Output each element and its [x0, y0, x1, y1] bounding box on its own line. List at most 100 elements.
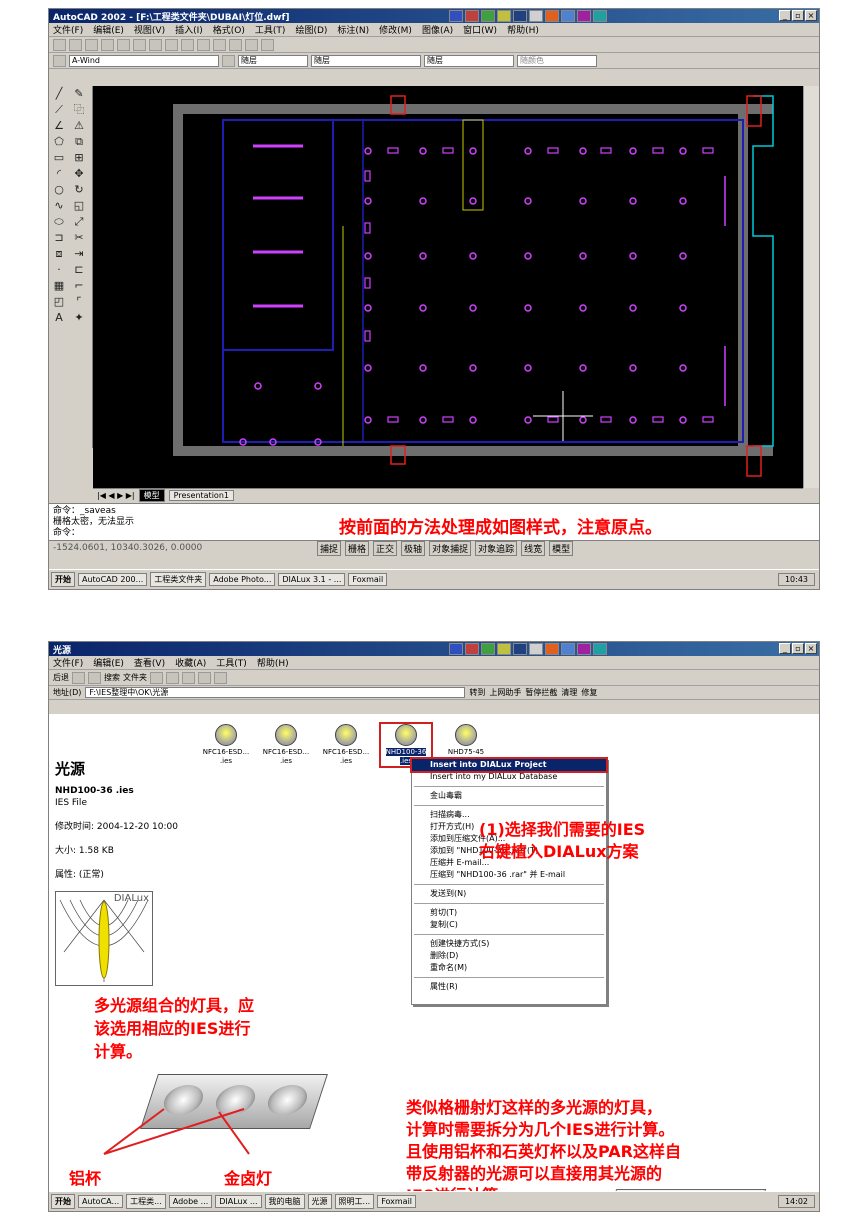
task-button[interactable]: DIALux 3.1 - ...	[278, 573, 346, 586]
task-button[interactable]: Foxmail	[348, 573, 388, 586]
line-icon[interactable]: ╱	[52, 87, 66, 101]
extend-icon[interactable]: ⇥	[72, 247, 86, 261]
hatch-icon[interactable]: ▦	[52, 279, 66, 293]
cut-icon[interactable]	[133, 38, 146, 51]
start-button[interactable]: 开始	[51, 1194, 75, 1209]
zoom-icon[interactable]	[229, 38, 242, 51]
task-button[interactable]: 光源	[307, 1194, 332, 1209]
rectangle-icon[interactable]: ▭	[52, 151, 66, 165]
spline-icon[interactable]: ∿	[52, 199, 66, 213]
scale-icon[interactable]: ◱	[72, 199, 86, 213]
offset-icon[interactable]: ⧉	[72, 135, 86, 149]
task-button[interactable]: Foxmail	[377, 1195, 417, 1208]
menu-window[interactable]: 窗口(W)	[463, 23, 497, 36]
polar-toggle[interactable]: 极轴	[401, 540, 426, 556]
pan-icon[interactable]	[213, 38, 226, 51]
forward-icon[interactable]	[72, 671, 85, 684]
grid-toggle[interactable]: 栅格	[345, 540, 370, 556]
save-icon[interactable]	[85, 38, 98, 51]
vertical-scrollbar[interactable]	[803, 86, 819, 488]
copy-icon[interactable]	[149, 38, 162, 51]
menu-help[interactable]: 帮助(H)	[507, 23, 539, 36]
ellipse-icon[interactable]: ⬭	[52, 215, 66, 229]
menu-favorites[interactable]: 收藏(A)	[175, 656, 206, 669]
make-current-icon[interactable]	[222, 54, 235, 67]
lineweight-select[interactable]: 随层	[424, 54, 514, 67]
up-folder-icon[interactable]	[88, 671, 101, 684]
task-button[interactable]: Adobe ...	[168, 1195, 213, 1208]
menu-help[interactable]: 帮助(H)	[257, 656, 289, 669]
print-icon[interactable]	[101, 38, 114, 51]
redo-icon[interactable]	[197, 38, 210, 51]
task-button[interactable]: AutoCA...	[78, 1195, 124, 1208]
menu-edit[interactable]: 编辑(E)	[93, 656, 124, 669]
paste-icon[interactable]	[165, 38, 178, 51]
minimize-button[interactable]: _	[779, 10, 791, 21]
tab-model[interactable]: 模型	[138, 489, 165, 502]
help-icon[interactable]	[261, 38, 274, 51]
start-button[interactable]: 开始	[51, 572, 75, 587]
mirror-icon[interactable]: ⚠	[72, 119, 86, 133]
drawing-canvas[interactable]	[93, 86, 803, 488]
stretch-icon[interactable]: ⤢	[72, 215, 86, 229]
chamfer-icon[interactable]: ⌐	[72, 279, 86, 293]
plotstyle-select[interactable]: 随颜色	[517, 54, 597, 67]
minimize-button[interactable]: _	[779, 643, 791, 654]
polyline-icon[interactable]: ∠	[52, 119, 66, 133]
insert-block-icon[interactable]: ⊐	[52, 231, 66, 245]
undo-icon[interactable]	[198, 671, 211, 684]
layer-manager-icon[interactable]	[53, 54, 66, 67]
copy-to-icon[interactable]	[166, 671, 179, 684]
task-button[interactable]: Adobe Photo...	[209, 573, 276, 586]
color-select[interactable]: 随层	[238, 54, 308, 67]
folders-button[interactable]: 文件夹	[123, 672, 147, 683]
model-toggle[interactable]: 模型	[549, 540, 574, 556]
task-button[interactable]: 工程类...	[126, 1194, 166, 1209]
search-button[interactable]: 搜索	[104, 672, 120, 683]
linetype-select[interactable]: 随层	[311, 54, 421, 67]
rotate-icon[interactable]: ↻	[72, 183, 86, 197]
mtext-icon[interactable]: A	[52, 311, 66, 325]
erase-icon[interactable]: ✎	[72, 87, 86, 101]
tab-nav-arrows[interactable]: |◀ ◀ ▶ ▶|	[97, 491, 135, 500]
trim-icon[interactable]: ✂	[72, 231, 86, 245]
preview-icon[interactable]	[117, 38, 130, 51]
snap-toggle[interactable]: 捕捉	[317, 540, 342, 556]
task-button[interactable]: AutoCAD 200...	[78, 573, 148, 586]
new-icon[interactable]	[53, 38, 66, 51]
move-to-icon[interactable]	[150, 671, 163, 684]
views-icon[interactable]	[214, 671, 227, 684]
ortho-toggle[interactable]: 正交	[373, 540, 398, 556]
restore-button[interactable]: ▫	[792, 643, 804, 654]
move-icon[interactable]: ✥	[72, 167, 86, 181]
osnap-toggle[interactable]: 对象捕捉	[429, 540, 472, 556]
menu-modify[interactable]: 修改(M)	[379, 23, 412, 36]
open-icon[interactable]	[69, 38, 82, 51]
menu-image[interactable]: 图像(A)	[422, 23, 453, 36]
close-button[interactable]: ×	[805, 643, 817, 654]
menu-edit[interactable]: 编辑(E)	[93, 23, 124, 36]
copy-object-icon[interactable]: ⿻	[72, 103, 86, 117]
task-button[interactable]: DIALux ...	[215, 1195, 262, 1208]
menu-draw[interactable]: 绘图(D)	[295, 23, 327, 36]
properties-icon[interactable]	[245, 38, 258, 51]
xline-icon[interactable]: ⟋	[52, 103, 66, 117]
menu-tools[interactable]: 工具(T)	[255, 23, 286, 36]
menu-view[interactable]: 视图(V)	[134, 23, 165, 36]
array-icon[interactable]: ⊞	[72, 151, 86, 165]
menu-file[interactable]: 文件(F)	[53, 656, 83, 669]
menu-view[interactable]: 查看(V)	[134, 656, 165, 669]
go-button[interactable]: 转到	[469, 687, 485, 698]
menu-format[interactable]: 格式(O)	[213, 23, 245, 36]
task-button[interactable]: 照明工...	[334, 1194, 375, 1209]
make-block-icon[interactable]: ⧈	[52, 247, 66, 261]
menu-tools[interactable]: 工具(T)	[216, 656, 247, 669]
toolbar-repair[interactable]: 修复	[581, 687, 597, 698]
region-icon[interactable]: ◰	[52, 295, 66, 309]
undo-icon[interactable]	[181, 38, 194, 51]
menu-file[interactable]: 文件(F)	[53, 23, 83, 36]
task-button[interactable]: 我的电脑	[264, 1194, 305, 1209]
toolbar-block[interactable]: 暂停拦截	[525, 687, 557, 698]
tab-presentation[interactable]: Presentation1	[168, 490, 234, 501]
delete-icon[interactable]	[182, 671, 195, 684]
